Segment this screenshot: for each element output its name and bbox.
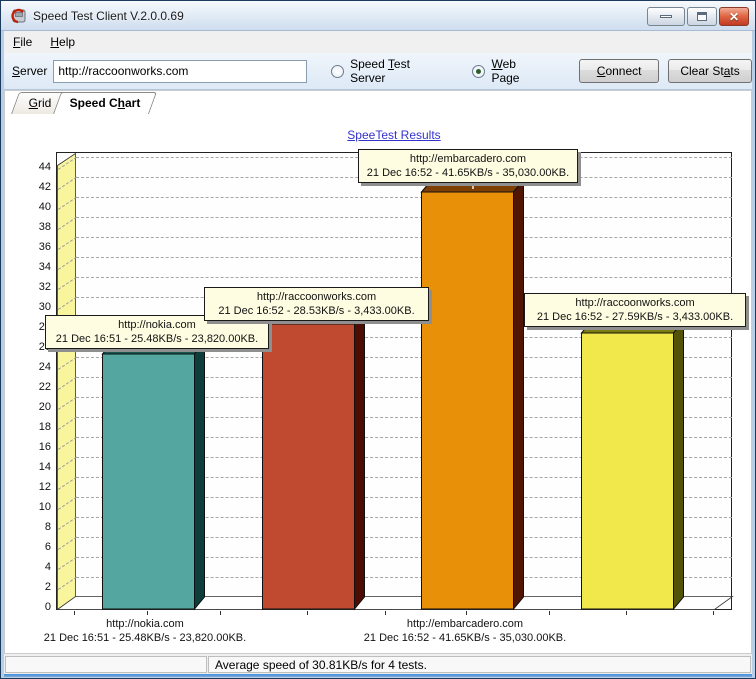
bar-mark-2: http://embarcadero.com 21 Dec 16:52 - 41.… <box>358 149 578 183</box>
chart-plot <box>56 152 734 611</box>
toolbar: Server Speed Test Server Web Page Connec… <box>4 53 752 90</box>
menu-item-help[interactable]: Help <box>41 32 84 52</box>
gridline <box>76 237 732 238</box>
x-axis-tick <box>626 611 627 615</box>
y-axis-label: 24 <box>38 361 51 373</box>
status-panel-average: Average speed of 30.81KB/s for 4 tests. <box>208 656 751 673</box>
average-speed-text: Average speed of 30.81KB/s for 4 tests. <box>215 657 427 672</box>
y-axis-label: 30 <box>38 301 51 313</box>
statusbar: Average speed of 30.81KB/s for 4 tests. <box>4 654 752 675</box>
y-axis-label: 0 <box>44 601 51 613</box>
menubar: File Help <box>4 31 752 53</box>
bar-1 <box>260 310 366 611</box>
maximize-button[interactable] <box>687 7 717 26</box>
gridline <box>76 257 732 258</box>
y-axis-label: 18 <box>38 421 51 433</box>
status-panel-left <box>5 656 207 673</box>
y-axis-label: 14 <box>38 461 51 473</box>
x-axis-tick <box>74 611 75 615</box>
chart-title: SpeeTest Results <box>347 128 441 142</box>
clear-stats-button[interactable]: Clear Stats <box>668 59 752 83</box>
y-axis-label: 42 <box>38 181 51 193</box>
menu-item-file[interactable]: File <box>4 32 41 52</box>
y-axis-label: 38 <box>38 221 51 233</box>
radio-icon-checked <box>472 64 486 78</box>
x-axis-tick <box>220 611 221 615</box>
titlebar[interactable]: Speed Test Client V.2.0.0.69 ✕ <box>1 1 755 31</box>
y-axis-label: 2 <box>44 581 51 593</box>
x-axis-category-label-0: http://nokia.com 21 Dec 16:51 - 25.48KB/s… <box>43 618 247 644</box>
y-axis-label: 8 <box>44 521 51 533</box>
close-icon: ✕ <box>728 9 740 24</box>
y-axis-label: 34 <box>38 261 51 273</box>
x-axis-tick <box>307 611 308 615</box>
close-button[interactable]: ✕ <box>719 7 749 26</box>
x-axis-tick <box>713 611 714 615</box>
bar-3 <box>579 319 685 611</box>
y-axis-label: 16 <box>38 441 51 453</box>
gridline <box>76 277 732 278</box>
x-axis-tick <box>549 611 550 615</box>
minimize-icon <box>660 15 672 18</box>
gridline <box>76 197 732 198</box>
y-axis-label: 20 <box>38 401 51 413</box>
x-axis-category-label-2: http://embarcadero.com 21 Dec 16:52 - 41.… <box>363 618 567 644</box>
app-window: Speed Test Client V.2.0.0.69 ✕ File Help… <box>0 0 756 679</box>
connect-button[interactable]: Connect <box>579 59 660 83</box>
radio-speed-test-server[interactable]: Speed Test Server <box>331 57 448 85</box>
bar-2 <box>420 178 525 611</box>
y-axis-label: 36 <box>38 241 51 253</box>
server-input[interactable] <box>53 59 308 83</box>
tab-speed-chart[interactable]: Speed Chart <box>52 92 158 114</box>
y-axis-label: 44 <box>38 161 51 173</box>
bar-mark-1: http://raccoonworks.com 21 Dec 16:52 - 28… <box>204 287 429 321</box>
y-axis-label: 40 <box>38 201 51 213</box>
x-axis-tick <box>147 611 148 615</box>
radio-icon-unchecked <box>331 64 345 78</box>
radio-web-page[interactable]: Web Page <box>472 57 547 85</box>
y-axis-label: 6 <box>44 541 51 553</box>
gridline <box>76 217 732 218</box>
y-axis-label: 32 <box>38 281 51 293</box>
tab-page: Grid Speed Chart SpeeTest Results 024681… <box>4 90 752 654</box>
minimize-button[interactable] <box>647 7 685 26</box>
maximize-icon <box>697 12 707 21</box>
y-axis-label: 22 <box>38 381 51 393</box>
app-icon <box>9 7 27 25</box>
server-label: Server <box>12 64 48 78</box>
y-axis-label: 4 <box>44 561 51 573</box>
x-axis-tick <box>466 611 467 615</box>
bar-mark-3: http://raccoonworks.com 21 Dec 16:52 - 27… <box>524 293 746 327</box>
y-axis-label: 12 <box>38 481 51 493</box>
window-frame-bottom <box>4 674 752 677</box>
y-axis-label: 10 <box>38 501 51 513</box>
x-axis-tick <box>385 611 386 615</box>
bar-0 <box>101 340 206 611</box>
window-title: Speed Test Client V.2.0.0.69 <box>33 8 184 23</box>
